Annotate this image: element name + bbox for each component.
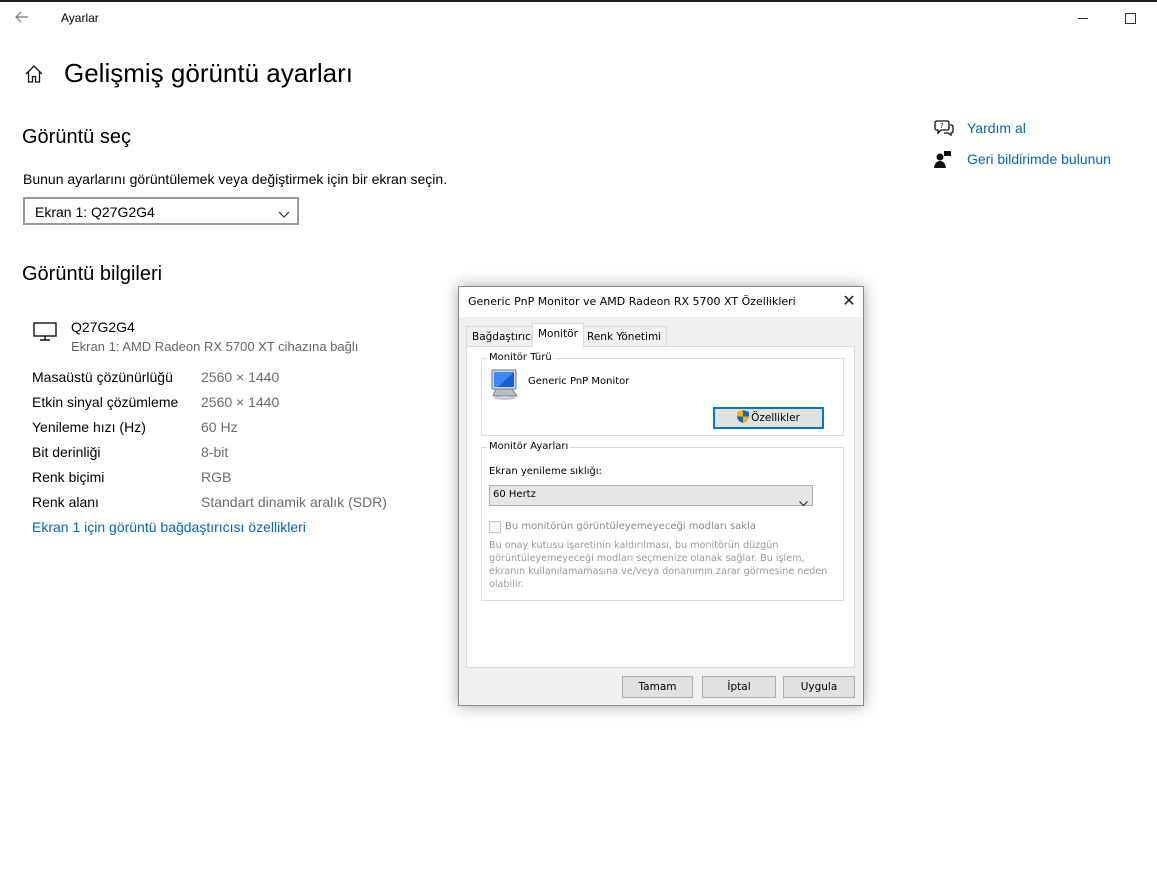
info-key: Renk alanı <box>32 494 99 510</box>
crt-monitor-icon <box>490 368 520 402</box>
monitor-settings-label: Monitör Ayarları <box>487 441 571 452</box>
monitor-tab-panel: Monitör Türü Generic PnP Monitor Özellik… <box>466 346 855 668</box>
hide-modes-label: Bu monitörün görüntüleyemeyeceği modları… <box>505 521 757 532</box>
window-top-border <box>0 0 1157 2</box>
uac-shield-icon <box>737 410 750 423</box>
info-value: 2560 × 1440 <box>201 394 280 410</box>
monitor-settings-group: Monitör Ayarları Ekran yenileme sıklığı:… <box>481 441 844 601</box>
ok-button[interactable]: Tamam <box>622 676 693 698</box>
monitor-properties-dialog: Generic PnP Monitor ve AMD Radeon RX 570… <box>458 286 864 706</box>
monitor-name: Q27G2G4 <box>71 319 135 335</box>
info-value: RGB <box>201 469 232 485</box>
refresh-rate-select[interactable]: 60 Hertz <box>489 485 813 507</box>
info-key: Masaüstü çözünürlüğü <box>32 369 173 385</box>
refresh-rate-label: Ekran yenileme sıklığı: <box>489 466 602 477</box>
info-key: Etkin sinyal çözümleme <box>32 394 179 410</box>
monitor-properties-button[interactable]: Özellikler <box>713 407 824 429</box>
display-info-heading: Görüntü bilgileri <box>22 263 163 285</box>
refresh-rate-value: 60 Hertz <box>493 489 536 500</box>
svg-text:?: ? <box>940 122 944 130</box>
monitor-type-label: Monitör Türü <box>487 352 554 363</box>
app-title: Ayarlar <box>61 11 99 25</box>
cancel-button[interactable]: İptal <box>702 676 776 698</box>
maximize-icon[interactable] <box>1125 13 1136 24</box>
chevron-down-icon <box>278 206 290 218</box>
close-icon[interactable]: ✕ <box>841 292 857 310</box>
minimize-icon[interactable] <box>1078 18 1088 19</box>
info-value: 2560 × 1440 <box>201 369 280 385</box>
tab-color-management[interactable]: Renk Yönetimi <box>581 326 668 346</box>
monitor-type-name: Generic PnP Monitor <box>528 376 630 387</box>
feedback-icon[interactable] <box>934 150 954 170</box>
get-help-link[interactable]: Yardım al <box>967 120 1026 136</box>
monitor-connection: Ekran 1: AMD Radeon RX 5700 XT cihazına … <box>71 339 359 354</box>
get-help-icon[interactable]: ? <box>934 119 954 139</box>
feedback-link[interactable]: Geri bildirimde bulunun <box>967 151 1111 167</box>
apply-button[interactable]: Uygula <box>783 676 855 698</box>
info-value: 60 Hz <box>201 419 238 435</box>
info-key: Renk biçimi <box>32 469 105 485</box>
info-key: Bit derinliği <box>32 444 101 460</box>
hide-modes-warning: Bu onay kutusu işaretinin kaldırılması, … <box>489 540 828 590</box>
dialog-title: Generic PnP Monitor ve AMD Radeon RX 570… <box>468 295 796 308</box>
monitor-properties-label: Özellikler <box>751 412 800 424</box>
chevron-down-icon <box>799 492 808 507</box>
home-icon[interactable] <box>24 64 44 84</box>
adapter-properties-link[interactable]: Ekran 1 için görüntü bağdaştırıcısı özel… <box>32 519 306 535</box>
info-value: 8-bit <box>201 444 229 460</box>
page-title: Gelişmiş görüntü ayarları <box>64 58 353 88</box>
display-select-value: Ekran 1: Q27G2G4 <box>35 204 155 220</box>
monitor-type-group: Monitör Türü Generic PnP Monitor Özellik… <box>481 352 844 436</box>
tab-monitor[interactable]: Monitör <box>532 323 584 347</box>
display-select[interactable]: Ekran 1: Q27G2G4 <box>23 197 299 225</box>
select-display-heading: Görüntü seç <box>22 126 131 148</box>
select-display-description: Bunun ayarlarını görüntülemek veya değiş… <box>23 171 448 187</box>
info-key: Yenileme hızı (Hz) <box>32 419 146 435</box>
tab-adapter[interactable]: Bağdaştırıcı <box>466 326 540 346</box>
monitor-icon <box>33 322 59 342</box>
dialog-title-bar[interactable]: Generic PnP Monitor ve AMD Radeon RX 570… <box>459 287 863 317</box>
info-value: Standart dinamik aralık (SDR) <box>201 494 387 510</box>
hide-modes-checkbox[interactable] <box>489 521 501 533</box>
back-arrow-icon[interactable] <box>14 9 32 27</box>
